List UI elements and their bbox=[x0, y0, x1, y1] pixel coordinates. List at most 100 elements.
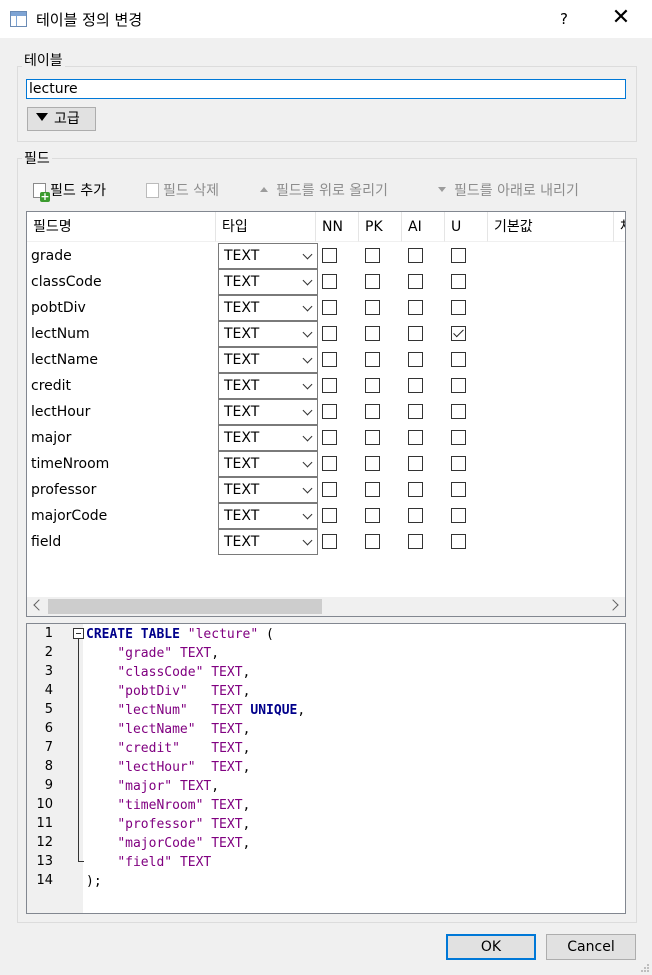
field-name-cell[interactable]: lectName bbox=[31, 347, 98, 373]
ai-checkbox[interactable] bbox=[408, 508, 423, 523]
resize-grip-icon[interactable] bbox=[640, 963, 650, 973]
table-row[interactable]: field TEXT bbox=[27, 529, 625, 555]
column-header-type[interactable]: 타입 bbox=[216, 212, 316, 242]
field-name-cell[interactable]: lectHour bbox=[31, 399, 90, 425]
cancel-button[interactable]: Cancel bbox=[546, 934, 636, 960]
u-checkbox[interactable] bbox=[451, 456, 466, 471]
column-header-default[interactable]: 기본값 bbox=[488, 212, 614, 242]
type-select[interactable]: TEXT bbox=[218, 347, 318, 373]
type-select[interactable]: TEXT bbox=[218, 425, 318, 451]
column-header-nn[interactable]: NN bbox=[316, 212, 359, 242]
u-checkbox[interactable] bbox=[451, 274, 466, 289]
u-checkbox[interactable] bbox=[451, 378, 466, 393]
table-row[interactable]: majorCode TEXT bbox=[27, 503, 625, 529]
table-row[interactable]: grade TEXT bbox=[27, 243, 625, 269]
move-down-button[interactable]: 필드를 아래로 내리기 bbox=[432, 181, 579, 201]
column-header-check[interactable]: 체 bbox=[614, 212, 625, 242]
table-row[interactable]: lectHour TEXT bbox=[27, 399, 625, 425]
table-name-input[interactable] bbox=[26, 79, 626, 99]
sql-preview[interactable]: 1 2 3 4 5 6 7 8 9 10 11 12 13 14 CREATE TABLE "lectur… bbox=[26, 623, 626, 914]
ai-checkbox[interactable] bbox=[408, 300, 423, 315]
ai-checkbox[interactable] bbox=[408, 378, 423, 393]
pk-checkbox[interactable] bbox=[365, 326, 380, 341]
ai-checkbox[interactable] bbox=[408, 326, 423, 341]
ai-checkbox[interactable] bbox=[408, 430, 423, 445]
field-name-cell[interactable]: major bbox=[31, 425, 71, 451]
column-header-name[interactable]: 필드명 bbox=[27, 212, 216, 242]
pk-checkbox[interactable] bbox=[365, 378, 380, 393]
table-row[interactable]: credit TEXT bbox=[27, 373, 625, 399]
pk-checkbox[interactable] bbox=[365, 534, 380, 549]
pk-checkbox[interactable] bbox=[365, 430, 380, 445]
type-select[interactable]: TEXT bbox=[218, 321, 318, 347]
nn-checkbox[interactable] bbox=[322, 248, 337, 263]
ai-checkbox[interactable] bbox=[408, 404, 423, 419]
nn-checkbox[interactable] bbox=[322, 404, 337, 419]
field-name-cell[interactable]: grade bbox=[31, 243, 72, 269]
type-select[interactable]: TEXT bbox=[218, 269, 318, 295]
horizontal-scrollbar[interactable] bbox=[27, 597, 625, 616]
scrollbar-thumb[interactable] bbox=[48, 599, 322, 614]
type-select[interactable]: TEXT bbox=[218, 477, 318, 503]
pk-checkbox[interactable] bbox=[365, 482, 380, 497]
pk-checkbox[interactable] bbox=[365, 456, 380, 471]
ok-button[interactable]: OK bbox=[446, 934, 536, 960]
pk-checkbox[interactable] bbox=[365, 274, 380, 289]
nn-checkbox[interactable] bbox=[322, 326, 337, 341]
pk-checkbox[interactable] bbox=[365, 248, 380, 263]
ai-checkbox[interactable] bbox=[408, 248, 423, 263]
pk-checkbox[interactable] bbox=[365, 508, 380, 523]
pk-checkbox[interactable] bbox=[365, 352, 380, 367]
nn-checkbox[interactable] bbox=[322, 456, 337, 471]
ai-checkbox[interactable] bbox=[408, 456, 423, 471]
table-row[interactable]: classCode TEXT bbox=[27, 269, 625, 295]
table-row[interactable]: major TEXT bbox=[27, 425, 625, 451]
type-select[interactable]: TEXT bbox=[218, 529, 318, 555]
nn-checkbox[interactable] bbox=[322, 482, 337, 497]
field-name-cell[interactable]: field bbox=[31, 529, 61, 555]
field-name-cell[interactable]: majorCode bbox=[31, 503, 107, 529]
column-header-pk[interactable]: PK bbox=[359, 212, 402, 242]
nn-checkbox[interactable] bbox=[322, 508, 337, 523]
pk-checkbox[interactable] bbox=[365, 300, 380, 315]
type-select[interactable]: TEXT bbox=[218, 451, 318, 477]
nn-checkbox[interactable] bbox=[322, 300, 337, 315]
ai-checkbox[interactable] bbox=[408, 352, 423, 367]
table-row[interactable]: lectNum TEXT bbox=[27, 321, 625, 347]
nn-checkbox[interactable] bbox=[322, 352, 337, 367]
ai-checkbox[interactable] bbox=[408, 534, 423, 549]
nn-checkbox[interactable] bbox=[322, 378, 337, 393]
field-name-cell[interactable]: lectNum bbox=[31, 321, 90, 347]
u-checkbox[interactable] bbox=[451, 482, 466, 497]
scroll-left-icon[interactable] bbox=[33, 599, 45, 611]
type-select[interactable]: TEXT bbox=[218, 399, 318, 425]
add-field-button[interactable]: 필드 추가 bbox=[33, 181, 106, 202]
u-checkbox[interactable] bbox=[451, 248, 466, 263]
move-up-button[interactable]: 필드를 위로 올리기 bbox=[254, 181, 388, 201]
field-name-cell[interactable]: pobtDiv bbox=[31, 295, 86, 321]
u-checkbox[interactable] bbox=[451, 404, 466, 419]
table-row[interactable]: pobtDiv TEXT bbox=[27, 295, 625, 321]
nn-checkbox[interactable] bbox=[322, 274, 337, 289]
type-select[interactable]: TEXT bbox=[218, 503, 318, 529]
field-name-cell[interactable]: professor bbox=[31, 477, 96, 503]
ai-checkbox[interactable] bbox=[408, 274, 423, 289]
u-checkbox[interactable] bbox=[451, 534, 466, 549]
advanced-button[interactable]: 고급 bbox=[27, 107, 96, 131]
help-button[interactable]: ? bbox=[545, 0, 583, 38]
u-checkbox[interactable] bbox=[451, 326, 466, 341]
table-row[interactable]: professor TEXT bbox=[27, 477, 625, 503]
fold-toggle-icon[interactable] bbox=[73, 628, 84, 639]
close-button[interactable]: ✕ bbox=[600, 0, 642, 38]
column-header-ai[interactable]: AI bbox=[402, 212, 445, 242]
delete-field-button[interactable]: 필드 삭제 bbox=[146, 181, 219, 201]
scroll-right-icon[interactable] bbox=[607, 599, 619, 611]
field-name-cell[interactable]: timeNroom bbox=[31, 451, 109, 477]
type-select[interactable]: TEXT bbox=[218, 295, 318, 321]
u-checkbox[interactable] bbox=[451, 508, 466, 523]
nn-checkbox[interactable] bbox=[322, 430, 337, 445]
type-select[interactable]: TEXT bbox=[218, 243, 318, 269]
pk-checkbox[interactable] bbox=[365, 404, 380, 419]
table-row[interactable]: lectName TEXT bbox=[27, 347, 625, 373]
u-checkbox[interactable] bbox=[451, 300, 466, 315]
